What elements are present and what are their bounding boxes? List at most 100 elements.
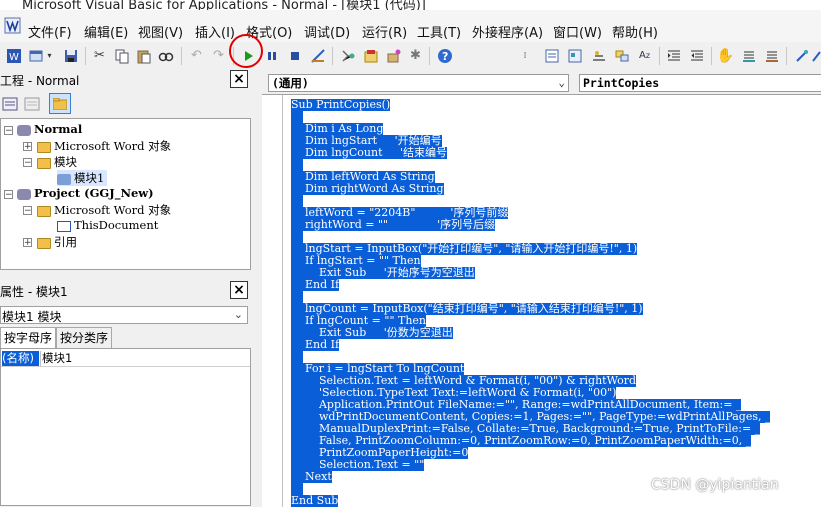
uncomment-block-icon[interactable] bbox=[763, 47, 780, 64]
list-constants-icon[interactable] bbox=[566, 47, 583, 64]
properties-object-combo[interactable]: 模块1 模块 ⌄ bbox=[0, 306, 248, 324]
code-margin[interactable] bbox=[262, 95, 283, 507]
vba-project-icon bbox=[17, 188, 31, 200]
tree-item-project-ggj[interactable]: Project (GGJ_New) bbox=[17, 186, 154, 200]
procedure-combo[interactable]: PrintCopies bbox=[579, 74, 821, 92]
collapse-normal-icon[interactable]: − bbox=[4, 126, 13, 136]
property-row[interactable]: (名称) 模块1 bbox=[1, 351, 250, 367]
window-title-bar: Microsoft Visual Basic for Applications … bbox=[0, 0, 821, 10]
tree-item-thisdocument[interactable]: ThisDocument bbox=[57, 218, 158, 232]
object-browser-icon[interactable] bbox=[385, 47, 402, 64]
close-project-panel-icon[interactable]: × bbox=[230, 70, 248, 88]
project-panel-title: 工程 - Normal bbox=[0, 74, 80, 88]
code-line[interactable]: Next bbox=[291, 471, 332, 483]
menu-help[interactable]: 帮助(H) bbox=[612, 22, 658, 41]
code-line[interactable]: End If bbox=[291, 339, 340, 351]
toolbar-grip-icon[interactable]: ⁞ bbox=[521, 47, 529, 64]
code-line[interactable]: End If bbox=[291, 279, 340, 291]
svg-text:W: W bbox=[9, 52, 19, 63]
window-title: Microsoft Visual Basic for Applications … bbox=[22, 0, 426, 10]
next-bookmark-icon[interactable] bbox=[812, 47, 821, 64]
tree-item-module1[interactable]: 模块1 bbox=[57, 170, 108, 186]
chevron-down-icon: ⌄ bbox=[558, 76, 565, 89]
object-combo[interactable]: (通用) ⌄ bbox=[268, 74, 569, 92]
comment-block-icon[interactable] bbox=[740, 47, 757, 64]
project-panel-toolbar bbox=[0, 92, 251, 117]
outdent-icon[interactable] bbox=[688, 47, 705, 64]
expand-references-icon[interactable]: + bbox=[23, 238, 32, 248]
parameter-info-icon[interactable] bbox=[613, 47, 630, 64]
undo-icon[interactable]: ↶ bbox=[188, 47, 205, 64]
insert-module-icon[interactable] bbox=[27, 47, 44, 64]
collapse-word-objects-icon[interactable]: − bbox=[23, 206, 32, 216]
panel-splitter[interactable] bbox=[251, 70, 258, 506]
break-icon[interactable] bbox=[263, 47, 280, 64]
tab-categorized[interactable]: 按分类序 bbox=[56, 327, 113, 348]
menu-file[interactable]: 文件(F) bbox=[28, 22, 72, 41]
chevron-down-icon: ⌄ bbox=[233, 308, 243, 321]
collapse-project-icon[interactable]: − bbox=[4, 190, 13, 200]
properties-panel-title: 属性 - 模块1 bbox=[0, 285, 68, 299]
menu-window[interactable]: 窗口(W) bbox=[553, 22, 602, 41]
menu-debug[interactable]: 调试(D) bbox=[304, 22, 350, 41]
collapse-modules-icon[interactable]: − bbox=[23, 158, 32, 168]
code-line[interactable]: Dim lngCount '结束编号 bbox=[291, 147, 448, 159]
tree-item-word-objects-2[interactable]: Microsoft Word 对象 bbox=[37, 202, 171, 218]
save-icon[interactable] bbox=[62, 47, 79, 64]
menu-tools[interactable]: 工具(T) bbox=[417, 22, 461, 41]
menu-run[interactable]: 运行(R) bbox=[362, 22, 407, 41]
folder-icon bbox=[37, 237, 51, 249]
tree-item-references[interactable]: 引用 bbox=[37, 234, 77, 250]
code-line[interactable]: Sub PrintCopies() bbox=[291, 99, 391, 111]
code-line[interactable]: End Sub bbox=[291, 495, 339, 507]
project-tree: − Normal + Microsoft Word 对象 − 模块 模块1 − … bbox=[0, 118, 251, 270]
property-name: (名称) bbox=[2, 351, 39, 366]
word-document-icon bbox=[57, 220, 71, 232]
tree-item-word-objects[interactable]: Microsoft Word 对象 bbox=[37, 138, 171, 154]
list-properties-icon[interactable] bbox=[543, 47, 560, 64]
expand-word-objects-icon[interactable]: + bbox=[23, 142, 32, 152]
close-properties-panel-icon[interactable]: × bbox=[230, 281, 248, 299]
reset-icon[interactable] bbox=[286, 47, 303, 64]
view-code-icon[interactable] bbox=[2, 96, 18, 112]
indent-icon[interactable] bbox=[665, 47, 682, 64]
folder-icon bbox=[37, 141, 51, 153]
cut-icon[interactable]: ✂ bbox=[91, 47, 108, 64]
toggle-folders-icon[interactable] bbox=[49, 93, 71, 114]
paste-icon[interactable] bbox=[135, 47, 152, 64]
copy-icon[interactable] bbox=[113, 47, 130, 64]
properties-grid: (名称) 模块1 bbox=[0, 348, 251, 506]
menu-view[interactable]: 视图(V) bbox=[138, 22, 183, 41]
help-icon[interactable]: ? bbox=[436, 47, 453, 64]
word-view-icon[interactable]: W bbox=[5, 47, 22, 64]
properties-tabs: 按字母序 按分类序 bbox=[0, 327, 251, 348]
design-mode-icon[interactable] bbox=[309, 47, 326, 64]
svg-text:?: ? bbox=[442, 50, 448, 63]
vba-app-icon[interactable] bbox=[4, 17, 21, 34]
project-explorer-icon[interactable] bbox=[339, 47, 356, 64]
project-panel-header: 工程 - Normal bbox=[0, 70, 251, 88]
toggle-bookmark-icon[interactable] bbox=[793, 47, 810, 64]
watermark: CSDN @yipiantian bbox=[651, 477, 779, 493]
toolbox-icon[interactable]: ✱ bbox=[407, 47, 424, 64]
menu-insert[interactable]: 插入(I) bbox=[195, 22, 235, 41]
property-value[interactable]: 模块1 bbox=[42, 351, 72, 366]
code-line[interactable]: Dim rightWord As String bbox=[291, 183, 444, 195]
quick-info-icon[interactable] bbox=[590, 47, 607, 64]
tree-item-modules[interactable]: 模块 bbox=[37, 154, 77, 170]
code-editor[interactable]: Sub PrintCopies() Dim i As Long Dim lngS… bbox=[262, 94, 821, 507]
code-line[interactable]: rightWord = "" '序列号后缀 bbox=[291, 219, 496, 231]
insert-dropdown-icon[interactable]: ▾ bbox=[45, 47, 54, 64]
menu-edit[interactable]: 编辑(E) bbox=[84, 22, 128, 41]
open-folder-icon bbox=[37, 157, 51, 169]
standard-toolbar: W ▾ ✂ ↶ ↷ ✱ ? ⁞ Az ✋ bbox=[0, 42, 821, 71]
menu-addins[interactable]: 外接程序(A) bbox=[472, 22, 543, 41]
find-icon[interactable] bbox=[157, 47, 174, 64]
tree-item-normal[interactable]: Normal bbox=[17, 122, 82, 136]
redo-icon[interactable]: ↷ bbox=[210, 47, 227, 64]
tab-alphabetic[interactable]: 按字母序 bbox=[0, 327, 57, 348]
complete-word-icon[interactable]: Az bbox=[636, 47, 653, 64]
toggle-breakpoint-icon[interactable]: ✋ bbox=[717, 47, 734, 64]
properties-window-icon[interactable] bbox=[362, 47, 379, 64]
view-object-icon[interactable] bbox=[24, 96, 40, 112]
